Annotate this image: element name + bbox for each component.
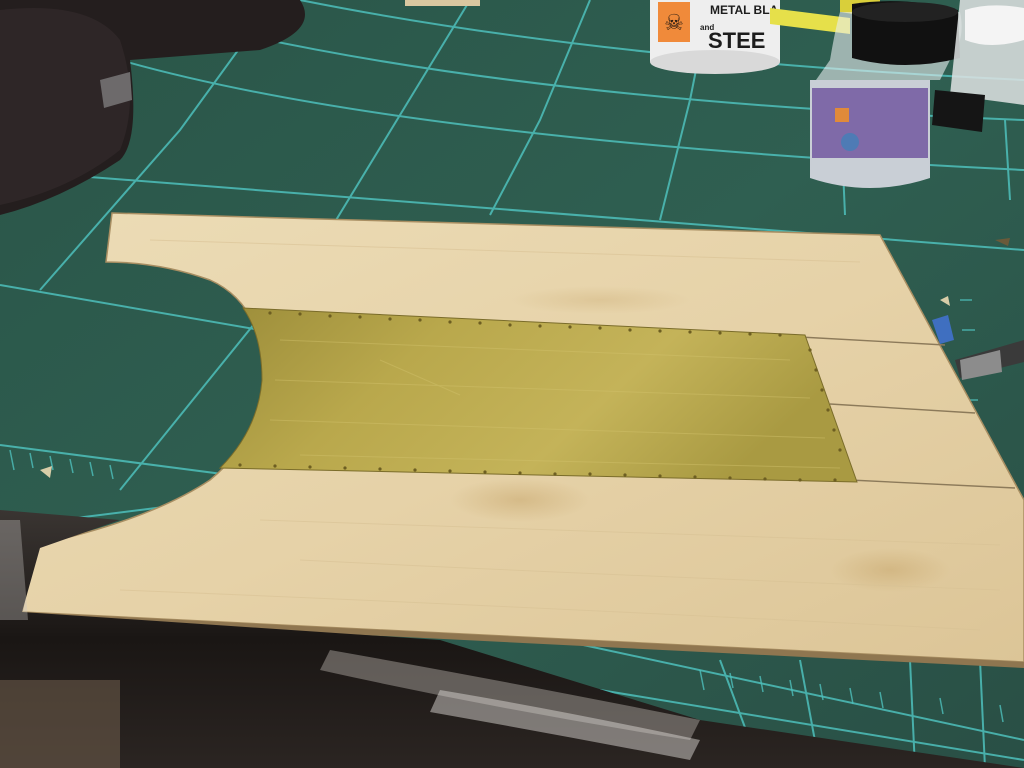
svg-text:☠: ☠: [664, 10, 684, 35]
metal-blackener-bottle: ☠ METAL BLA and STEE: [650, 0, 780, 74]
workbench-photo: ☠ METAL BLA and STEE: [0, 0, 1024, 768]
bottle-label-line1: METAL BLA: [710, 3, 779, 17]
brass-sheet: [218, 307, 858, 483]
bottle-label-line2: STEE: [708, 28, 765, 53]
